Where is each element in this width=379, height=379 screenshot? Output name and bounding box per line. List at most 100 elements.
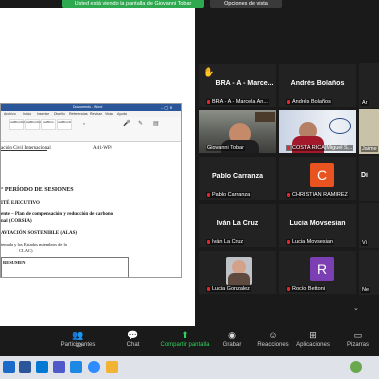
avatar: R xyxy=(310,257,334,281)
dictate-icon: 🎤 xyxy=(123,121,131,127)
participant-tile-partial[interactable]: Ar xyxy=(359,63,379,108)
style-heading2: AaBbCcD xyxy=(57,119,72,130)
participant-name: BRA - A - Marce... xyxy=(215,80,274,87)
participant-name: Lucia Movsesian xyxy=(289,220,346,227)
system-tray-icon[interactable] xyxy=(350,361,362,373)
participant-caption: Lucia Gonzalez xyxy=(206,286,251,292)
muted-mic-icon xyxy=(287,239,290,244)
teams-taskbar-icon[interactable] xyxy=(53,361,65,373)
reactions-icon: ☺ xyxy=(268,330,278,340)
doc-states-line2: CLAC) xyxy=(19,248,33,253)
participant-caption: Ar xyxy=(361,100,369,106)
participant-caption: Iván La Cruz xyxy=(206,239,245,245)
style-normal: AaBbCcDd xyxy=(9,119,25,130)
record-label: Grabar xyxy=(222,342,242,348)
participants-button[interactable]: 👥23 Participantes xyxy=(53,326,103,356)
tab-archivo: Archivo xyxy=(4,112,16,116)
participant-tile[interactable]: Iván La Cruz Iván La Cruz xyxy=(198,203,277,248)
tab-vista: Vista xyxy=(105,112,113,116)
doc-topic-line2: nal (CORSIA) xyxy=(1,219,32,224)
whiteboard-icon: ▭ xyxy=(353,330,363,340)
background-picture xyxy=(255,112,275,122)
avatar: C xyxy=(310,163,334,187)
participants-label: Participantes xyxy=(60,342,96,348)
share-screen-icon: ⬆ xyxy=(181,330,189,340)
muted-mic-icon xyxy=(287,192,290,197)
tab-referencias: Referencias xyxy=(69,112,88,116)
participant-video-tile[interactable]: Giovanni Tobar xyxy=(198,109,277,154)
style-heading1: AaBbCc xyxy=(41,119,56,130)
doc-states-line1: temala y los Estados miembros de la xyxy=(1,242,67,247)
tab-inicio: Inicio xyxy=(23,112,32,116)
chevron-down-icon[interactable]: ⌄ xyxy=(353,304,359,312)
participant-caption: Giovanni Tobar xyxy=(206,145,245,151)
participant-tile[interactable]: Pablo Carranza Pablo Carranza xyxy=(198,156,277,201)
meeting-toolbar: 👥23 Participantes 💬 Chat ⬆ Compartir pan… xyxy=(0,326,379,356)
doc-topic-line1: ente – Plan de compensación y reducción … xyxy=(1,212,114,217)
apps-button[interactable]: ⊞ Aplicaciones xyxy=(288,326,338,356)
share-screen-button[interactable]: ⬆ Compartir pantalla xyxy=(159,326,211,356)
participant-caption: BRA - A - Marcela An... xyxy=(206,99,269,105)
participant-name: Iván La Cruz xyxy=(216,220,259,227)
tab-insertar: Insertar xyxy=(37,112,49,116)
muted-mic-icon xyxy=(207,239,210,244)
chat-icon: 💬 xyxy=(127,330,139,340)
participant-tile[interactable]: ✋ BRA - A - Marce... BRA - A - Marcela A… xyxy=(198,63,277,108)
participant-caption: COSTA RICA|Miguel S... xyxy=(286,145,354,151)
participant-tile-partial[interactable]: Di xyxy=(359,156,379,201)
word-ribbon: AaBbCcDd AaBbCcDd AaBbCc AaBbCcD ⌕ 🎤 ✎ ▤ xyxy=(1,117,181,142)
participant-caption: Pablo Carranza xyxy=(206,192,252,198)
participant-tile-partial[interactable]: Ne xyxy=(359,250,379,295)
chat-button[interactable]: 💬 Chat xyxy=(108,326,158,356)
edge-taskbar-icon[interactable] xyxy=(70,361,82,373)
window-controls-icon: – ▢ ✕ xyxy=(161,105,173,110)
word-document-page: ación Civil Internacional A41-WP/ ° PERÍ… xyxy=(1,142,181,277)
share-screen-label: Compartir pantalla xyxy=(160,342,210,348)
participant-tile[interactable]: R Rocío Bettoni xyxy=(278,250,357,295)
outlook-taskbar-icon[interactable] xyxy=(36,361,48,373)
whiteboards-label: Pizarras xyxy=(346,342,369,348)
participant-caption: Ne xyxy=(361,287,371,293)
apps-label: Aplicaciones xyxy=(296,342,330,348)
participants-icon: 👥23 xyxy=(72,330,84,350)
muted-mic-icon xyxy=(287,99,290,104)
participant-caption: Lucia Movsesian xyxy=(286,239,334,245)
participant-tile[interactable]: C CHRISTIAN RAMIREZ xyxy=(278,156,357,201)
windows-taskbar xyxy=(0,356,379,379)
shared-desktop-area xyxy=(0,8,195,91)
word-taskbar-icon[interactable] xyxy=(19,361,31,373)
participant-tile[interactable]: Lucia Movsesian Lucia Movsesian xyxy=(278,203,357,248)
participant-caption: Rocío Bettoni xyxy=(286,286,327,292)
participant-caption: Jaime xyxy=(361,146,378,152)
tab-diseno: Diseño xyxy=(54,112,65,116)
raised-hand-icon: ✋ xyxy=(203,67,215,77)
zoom-taskbar-icon[interactable] xyxy=(88,361,100,373)
participant-name: Pablo Carranza xyxy=(212,173,263,180)
muted-mic-icon xyxy=(207,192,210,197)
participant-video-tile[interactable]: COSTA RICA|Miguel S... xyxy=(278,109,357,154)
view-options-button[interactable]: Opciones de vista xyxy=(210,0,282,8)
participant-caption: Vi xyxy=(361,240,368,246)
tab-revisar: Revisar xyxy=(90,112,102,116)
muted-mic-icon xyxy=(287,145,290,150)
doc-committee: ITÉ EJECUTIVO xyxy=(1,201,40,206)
participant-tile-partial[interactable]: Jaime xyxy=(359,109,379,154)
word-title-bar: Documento - Word – ▢ ✕ xyxy=(1,104,181,111)
start-icon[interactable] xyxy=(3,361,15,373)
person-face xyxy=(232,260,246,274)
participant-tile[interactable]: Andrés Bolaños Andrés Bolaños xyxy=(278,63,357,108)
chat-label: Chat xyxy=(126,342,140,348)
doc-resumen: RESUMEN xyxy=(3,260,26,265)
participant-name: Andrés Bolaños xyxy=(290,80,345,87)
muted-mic-icon xyxy=(207,286,210,291)
participant-gallery: ✋ BRA - A - Marce... BRA - A - Marcela A… xyxy=(195,62,379,312)
sharing-indicator: Usted está viendo la pantalla de Giovann… xyxy=(62,0,204,8)
doc-alas: AVIACIÓN SOSTENIBLE (ALAS) xyxy=(1,231,78,236)
explorer-taskbar-icon[interactable] xyxy=(106,361,118,373)
participant-tile[interactable]: Lucia Gonzalez xyxy=(198,250,277,295)
participant-tile-partial[interactable]: Vi xyxy=(359,203,379,248)
muted-mic-icon xyxy=(207,99,210,104)
whiteboards-button[interactable]: ▭ Pizarras xyxy=(333,326,379,356)
doc-code: A41-WP/ xyxy=(93,146,113,151)
record-icon: ◉ xyxy=(228,330,236,340)
